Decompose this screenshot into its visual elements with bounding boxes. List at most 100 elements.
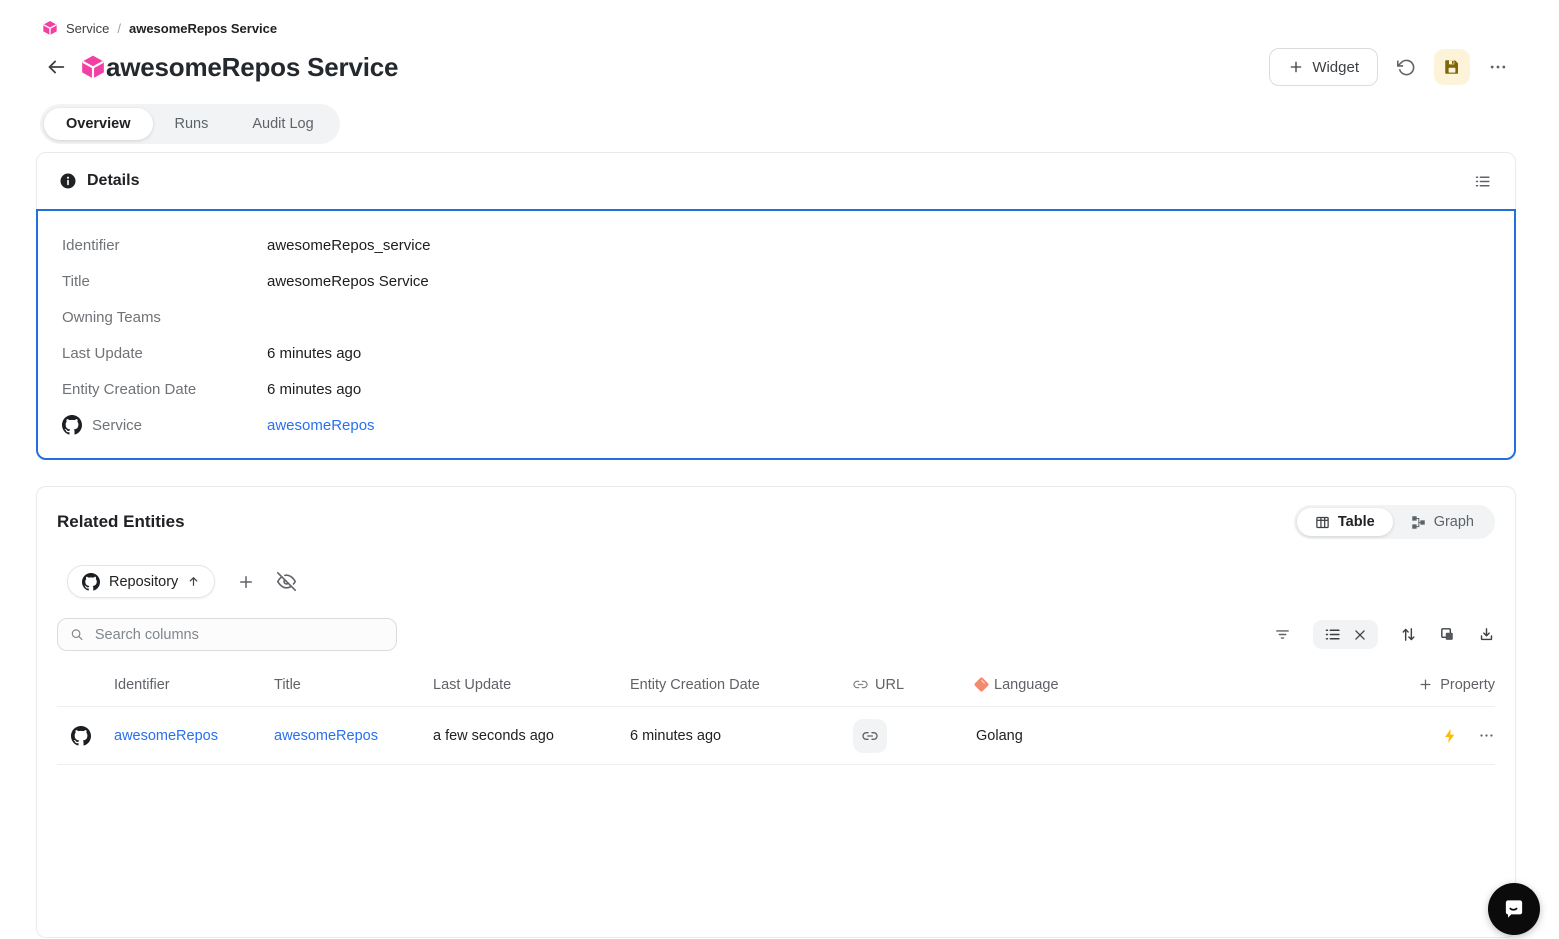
undo-button[interactable] <box>1388 49 1424 85</box>
detail-label: Last Update <box>62 344 143 362</box>
row-more-options-button[interactable] <box>1478 727 1495 744</box>
detail-row-service-relation: Service awesomeRepos <box>38 407 1514 443</box>
entity-filter-row: Repository <box>57 565 1495 598</box>
related-entities-header: Related Entities Table Graph <box>57 487 1495 539</box>
more-options-button[interactable] <box>1480 49 1516 85</box>
table-icon <box>1316 516 1329 528</box>
breadcrumb-separator: / <box>117 20 121 36</box>
add-relation-button[interactable] <box>237 573 255 591</box>
graph-icon <box>1411 515 1425 529</box>
undo-icon <box>1396 59 1414 75</box>
col-title[interactable]: Title <box>274 677 433 693</box>
group-list-button[interactable] <box>1324 626 1341 643</box>
run-action-bolt-icon[interactable] <box>1442 728 1458 744</box>
details-header: Details <box>37 153 1515 209</box>
list-view-button[interactable] <box>1474 173 1491 190</box>
graph-view-button[interactable]: Graph <box>1393 508 1492 536</box>
arrow-up-icon <box>189 577 198 586</box>
row-title-link[interactable]: awesomeRepos <box>274 728 433 744</box>
related-entities-title: Related Entities <box>57 512 185 531</box>
table-view-button[interactable]: Table <box>1296 508 1393 536</box>
ellipsis-icon <box>1480 734 1493 737</box>
detail-label: Title <box>62 272 90 290</box>
search-columns-input[interactable] <box>92 625 384 644</box>
details-card: Details Identifier awesomeRepos_service … <box>36 152 1516 460</box>
detail-label: Service <box>92 416 143 434</box>
col-creation-date[interactable]: Entity Creation Date <box>630 677 853 693</box>
graph-view-label: Graph <box>1433 514 1474 530</box>
add-widget-label: Widget <box>1312 58 1359 76</box>
chat-launcher-button[interactable] <box>1488 883 1540 935</box>
tab-overview[interactable]: Overview <box>44 108 153 140</box>
detail-row-identifier: Identifier awesomeRepos_service <box>38 227 1514 263</box>
view-toggle: Table Graph <box>1293 505 1495 539</box>
link-icon <box>862 731 878 740</box>
related-table-header: Identifier Title Last Update Entity Crea… <box>57 663 1495 707</box>
sort-button[interactable] <box>1400 626 1417 643</box>
plus-icon <box>1288 59 1304 75</box>
table-view-label: Table <box>1337 514 1375 530</box>
table-toolbar <box>1274 620 1495 649</box>
plus-icon <box>240 575 253 588</box>
chat-bubble-icon <box>1505 900 1523 918</box>
language-property-icon <box>973 676 990 693</box>
ellipsis-icon <box>1490 65 1506 69</box>
back-button[interactable] <box>42 53 70 81</box>
cube-icon <box>80 54 106 80</box>
close-icon <box>1355 629 1365 640</box>
link-icon <box>853 680 868 689</box>
search-columns-box[interactable] <box>57 618 397 651</box>
save-icon <box>1445 60 1458 74</box>
col-last-update[interactable]: Last Update <box>433 677 630 693</box>
download-icon <box>1480 628 1493 641</box>
entity-tabs: Overview Runs Audit Log <box>40 104 340 144</box>
sort-icon <box>1402 628 1415 641</box>
github-icon <box>62 415 82 435</box>
row-language: Golang <box>976 727 1023 744</box>
add-property-button[interactable]: Property <box>1385 677 1495 693</box>
row-identifier-link[interactable]: awesomeRepos <box>114 728 274 744</box>
tab-runs[interactable]: Runs <box>153 108 231 140</box>
add-widget-button[interactable]: Widget <box>1269 48 1378 86</box>
page-header: awesomeRepos Service Widget <box>0 36 1559 86</box>
detail-label: Identifier <box>62 236 120 254</box>
group-by-control <box>1313 620 1378 649</box>
repository-filter-pill[interactable]: Repository <box>67 565 216 598</box>
related-service-link[interactable]: awesomeRepos <box>267 417 375 434</box>
list-icon <box>1475 176 1490 186</box>
hide-relations-button[interactable] <box>277 572 297 591</box>
cube-icon <box>42 20 58 36</box>
github-icon <box>71 725 114 746</box>
tab-audit-log[interactable]: Audit Log <box>230 108 335 140</box>
col-language[interactable]: Language <box>973 676 1385 693</box>
breadcrumb-root[interactable]: Service <box>66 21 109 36</box>
filter-button[interactable] <box>1274 626 1291 643</box>
detail-row-last-update: Last Update 6 minutes ago <box>38 335 1514 371</box>
row-url-link-button[interactable] <box>853 718 887 753</box>
github-icon <box>82 572 100 591</box>
row-creation-date: 6 minutes ago <box>630 727 722 744</box>
search-icon <box>71 629 83 640</box>
copy-icon <box>1441 628 1453 640</box>
filter-icon <box>1276 630 1289 639</box>
save-button[interactable] <box>1434 49 1470 85</box>
detail-row-owning-teams: Owning Teams <box>38 299 1514 335</box>
table-controls-row <box>57 618 1495 651</box>
table-row[interactable]: awesomeRepos awesomeRepos a few seconds … <box>57 707 1495 765</box>
plus-icon <box>1420 679 1431 690</box>
breadcrumb-current[interactable]: awesomeRepos Service <box>129 21 277 36</box>
list-icon <box>1325 629 1340 640</box>
detail-value: awesomeRepos Service <box>267 272 429 290</box>
clear-group-button[interactable] <box>1353 628 1367 642</box>
details-title: Details <box>87 172 140 189</box>
copy-button[interactable] <box>1439 626 1456 643</box>
detail-row-title: Title awesomeRepos Service <box>38 263 1514 299</box>
page-title: awesomeRepos Service <box>106 51 399 82</box>
download-button[interactable] <box>1478 626 1495 643</box>
col-identifier[interactable]: Identifier <box>114 677 274 693</box>
detail-row-creation-date: Entity Creation Date 6 minutes ago <box>38 371 1514 407</box>
col-url[interactable]: URL <box>853 677 976 693</box>
row-actions <box>1385 727 1495 744</box>
details-selected-panel[interactable]: Identifier awesomeRepos_service Title aw… <box>36 209 1516 460</box>
header-actions: Widget <box>1269 48 1516 86</box>
